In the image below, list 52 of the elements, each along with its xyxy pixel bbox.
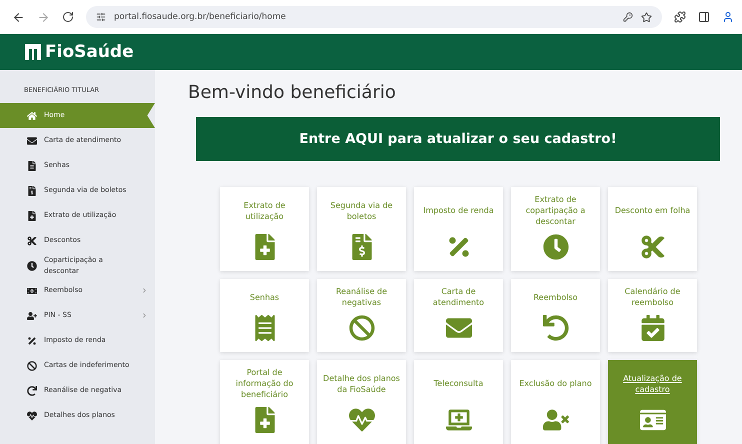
star-icon [641, 12, 652, 22]
scissors-icon [640, 234, 666, 260]
ban-icon [348, 315, 374, 341]
undo-icon [542, 315, 568, 341]
shortcut-tile[interactable]: Desconto em folha [608, 187, 697, 271]
address-bar[interactable]: portal.fiosaude.org.br/beneficiario/home [86, 6, 662, 28]
laptop-medical-icon [446, 407, 472, 433]
shortcut-tile[interactable]: Extrato de utilização [220, 187, 309, 271]
document-icon [27, 160, 37, 170]
shortcut-tile[interactable]: Reembolso [511, 279, 600, 352]
envelope-icon [27, 136, 37, 146]
medical-file-icon [27, 210, 37, 220]
shortcut-tile[interactable]: Portal de informação do beneficiário [220, 360, 309, 444]
shortcut-tile[interactable]: Carta de atendimento [414, 279, 503, 352]
update-banner[interactable]: Entre AQUI para atualizar o seu cadastro! [196, 117, 720, 161]
clock-icon [542, 234, 568, 260]
site-settings-icon [96, 12, 106, 22]
id-card-icon [640, 407, 666, 433]
profile-icon [722, 11, 734, 23]
shortcut-tile[interactable]: Senhas [220, 279, 309, 352]
url-text: portal.fiosaude.org.br/beneficiario/home [114, 12, 287, 22]
invoice-icon [27, 186, 37, 196]
logo-icon [24, 43, 42, 61]
shortcut-tile[interactable]: Segunda via de boletos [317, 187, 406, 271]
shortcut-tile[interactable]: Calendário de reembolso [608, 279, 697, 352]
heartbeat-icon [27, 410, 37, 420]
money-icon [27, 286, 37, 296]
calendar-check-icon [640, 315, 666, 341]
redo-icon [27, 386, 37, 396]
side-panel-icon [698, 11, 710, 23]
shortcut-tile[interactable]: Imposto de renda [414, 187, 503, 271]
shortcut-tile[interactable]: Teleconsulta [414, 360, 503, 444]
shortcut-tile[interactable]: Extrato de copartipação a descontar [511, 187, 600, 271]
clock-icon [27, 260, 37, 270]
back-icon [12, 10, 25, 24]
ban-icon [27, 360, 37, 370]
home-icon [27, 110, 37, 120]
user-remove-icon [542, 407, 568, 433]
shortcut-tile[interactable]: Detalhe dos planos da FioSaúde [317, 360, 406, 444]
shortcut-tile[interactable]: Exclusão do plano [511, 360, 600, 444]
logo-text: FioSaúde [45, 42, 134, 62]
forward-icon [37, 10, 50, 24]
reload-icon [62, 11, 74, 23]
user-plus-icon [27, 310, 37, 320]
shortcut-tile[interactable]: Atualização de cadastro [608, 360, 697, 444]
scissors-icon [27, 236, 37, 246]
percent-icon [27, 336, 37, 346]
extensions-icon [674, 11, 686, 23]
shortcut-tile[interactable]: Reanálise de negativas [317, 279, 406, 352]
heartbeat-icon [348, 407, 374, 433]
key-icon [623, 12, 633, 22]
page-title: Bem-vindo beneficiário [188, 82, 397, 103]
